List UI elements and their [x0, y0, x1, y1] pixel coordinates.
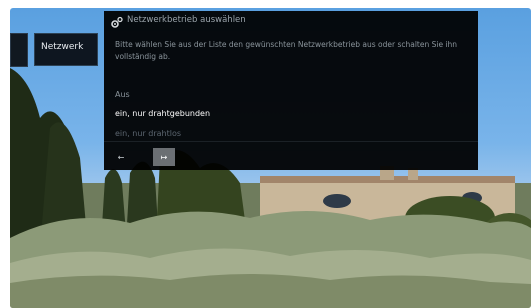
option-aus[interactable]: Aus [115, 90, 130, 99]
option-wireless-only[interactable]: ein, nur drahtlos [115, 129, 181, 138]
back-arrow-icon: ← [117, 152, 125, 162]
sidebar-item-label: Netzwerk [41, 42, 84, 52]
dialog-title: Netzwerkbetrieb auswählen [127, 15, 246, 25]
tv-screen: Netzwerk Netzwerkbetrieb auswählen Bitte… [10, 8, 531, 308]
dialog-footer: ← ↦ [104, 141, 478, 171]
back-button[interactable]: ← [110, 148, 132, 166]
gear-icon [110, 14, 123, 28]
sidebar-collapsed-item[interactable] [10, 33, 28, 67]
dialog-description: Bitte wählen Sie aus der Liste den gewün… [115, 40, 458, 61]
forward-arrow-icon: ↦ [160, 152, 168, 162]
option-wired-only[interactable]: ein, nur drahtgebunden [115, 109, 210, 118]
network-mode-dialog: Netzwerkbetrieb auswählen Bitte wählen S… [104, 11, 478, 170]
dialog-header: Netzwerkbetrieb auswählen [104, 11, 478, 29]
forward-button[interactable]: ↦ [153, 148, 175, 166]
sidebar-item-netzwerk[interactable]: Netzwerk [34, 33, 98, 66]
